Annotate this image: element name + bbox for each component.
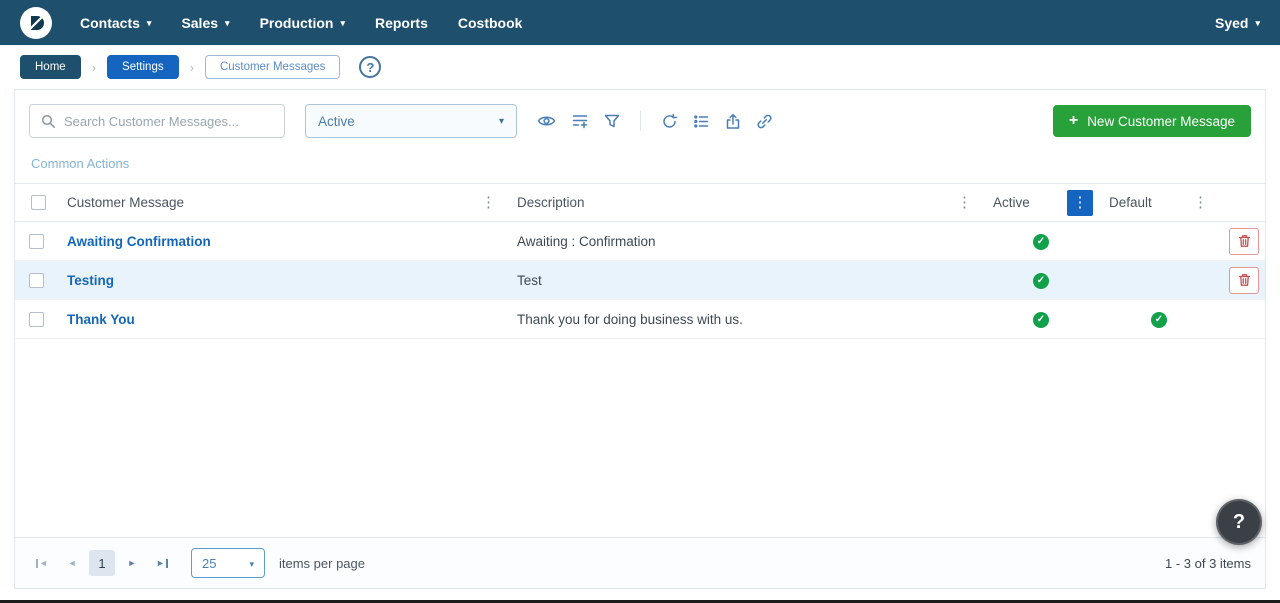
customer-message-link[interactable]: Thank You <box>67 312 135 327</box>
column-header-description: Description <box>517 195 585 210</box>
page-size-value: 25 <box>202 556 216 571</box>
add-columns-icon[interactable] <box>571 112 589 130</box>
content-panel: Active ▾ <box>14 89 1266 589</box>
prev-page-button[interactable]: ◄ <box>59 550 85 576</box>
breadcrumb-current[interactable]: Customer Messages <box>205 55 340 79</box>
refresh-icon[interactable] <box>661 113 678 130</box>
column-menu-icon[interactable]: ⋮ <box>952 195 977 210</box>
brand-logo-glyph <box>26 13 46 33</box>
common-actions-link[interactable]: Common Actions <box>15 146 145 183</box>
caret-down-icon: ▾ <box>340 19 345 28</box>
nav-item-production[interactable]: Production ▾ <box>260 15 345 31</box>
items-per-page-label: items per page <box>279 556 365 571</box>
filter-icon[interactable] <box>604 113 620 129</box>
caret-down-icon: ▾ <box>225 19 230 28</box>
export-icon[interactable] <box>725 113 741 130</box>
description-cell: Awaiting : Confirmation <box>507 222 983 261</box>
table-row: Thank You Thank you for doing business w… <box>15 300 1265 339</box>
breadcrumb-home[interactable]: Home <box>20 55 81 79</box>
breadcrumb-help-icon[interactable]: ? <box>359 56 381 78</box>
search-input[interactable] <box>64 114 274 129</box>
delete-button[interactable] <box>1229 267 1259 294</box>
default-check-icon: ✓ <box>1151 312 1167 328</box>
brand-logo[interactable] <box>20 7 52 39</box>
trash-icon <box>1238 273 1251 287</box>
active-check-icon: ✓ <box>1033 234 1049 250</box>
row-checkbox[interactable] <box>29 312 44 327</box>
caret-down-icon: ▾ <box>147 19 152 28</box>
column-menu-icon-active[interactable]: ⋮ <box>1067 190 1093 216</box>
first-page-button[interactable]: ◄ <box>29 550 55 576</box>
plus-icon: + <box>1069 113 1078 129</box>
customer-message-link[interactable]: Testing <box>67 273 114 288</box>
nav-item-costbook[interactable]: Costbook <box>458 15 523 31</box>
grid-footer: ◄ ◄ 1 ► ► 25 ▾ items per page 1 - 3 of 3… <box>15 537 1265 588</box>
toolbar-divider <box>640 111 641 131</box>
caret-down-icon: ▾ <box>1255 19 1260 28</box>
list-view-icon[interactable] <box>693 113 710 130</box>
user-menu[interactable]: Syed ▾ <box>1215 15 1260 31</box>
table-header-row: Customer Message ⋮ Description ⋮ Active <box>15 184 1265 222</box>
link-icon[interactable] <box>756 113 773 130</box>
main-menu: Contacts ▾ Sales ▾ Production ▾ Reports … <box>80 15 522 31</box>
chevron-right-icon: › <box>190 60 194 75</box>
nav-item-contacts[interactable]: Contacts ▾ <box>80 15 151 31</box>
search-icon <box>40 113 56 129</box>
active-check-icon: ✓ <box>1033 312 1049 328</box>
customer-message-link[interactable]: Awaiting Confirmation <box>67 234 211 249</box>
active-check-icon: ✓ <box>1033 273 1049 289</box>
column-menu-icon[interactable]: ⋮ <box>1188 195 1213 210</box>
column-header-active: Active <box>993 195 1030 210</box>
breadcrumb: Home › Settings › Customer Messages ? <box>0 45 1280 89</box>
items-range-label: 1 - 3 of 3 items <box>1165 556 1251 571</box>
app-screen: Contacts ▾ Sales ▾ Production ▾ Reports … <box>0 0 1280 603</box>
description-cell: Test <box>507 261 983 300</box>
page-size-dropdown[interactable]: 25 ▾ <box>191 548 265 578</box>
last-page-button[interactable]: ► <box>149 550 175 576</box>
chevron-right-icon: › <box>92 60 96 75</box>
next-page-button[interactable]: ► <box>119 550 145 576</box>
floating-help-button[interactable]: ? <box>1216 499 1262 545</box>
nav-item-reports[interactable]: Reports <box>375 15 428 31</box>
new-customer-message-button[interactable]: + New Customer Message <box>1053 105 1251 137</box>
nav-item-sales[interactable]: Sales ▾ <box>181 15 229 31</box>
toolbar-icons <box>537 111 773 131</box>
status-filter-value: Active <box>318 114 355 129</box>
eye-icon[interactable] <box>537 112 556 130</box>
top-nav: Contacts ▾ Sales ▾ Production ▾ Reports … <box>0 0 1280 45</box>
select-all-checkbox[interactable] <box>31 195 46 210</box>
column-header-default: Default <box>1109 195 1152 210</box>
description-cell: Thank you for doing business with us. <box>507 300 983 339</box>
trash-icon <box>1238 234 1251 248</box>
page-number-button[interactable]: 1 <box>89 550 115 576</box>
row-checkbox[interactable] <box>29 234 44 249</box>
caret-down-icon: ▾ <box>249 560 254 569</box>
delete-button[interactable] <box>1229 228 1259 255</box>
caret-down-icon: ▾ <box>499 117 504 127</box>
column-header-customer-message: Customer Message <box>67 195 184 210</box>
breadcrumb-settings[interactable]: Settings <box>107 55 179 79</box>
table-row: Testing Test ✓ <box>15 261 1265 300</box>
grid-toolbar: Active ▾ <box>15 90 1265 146</box>
column-menu-icon[interactable]: ⋮ <box>476 195 501 210</box>
status-filter-dropdown[interactable]: Active ▾ <box>305 104 517 138</box>
table-row: Awaiting Confirmation Awaiting : Confirm… <box>15 222 1265 261</box>
search-box <box>29 104 285 138</box>
row-checkbox[interactable] <box>29 273 44 288</box>
customer-messages-table: Customer Message ⋮ Description ⋮ Active <box>15 183 1265 339</box>
